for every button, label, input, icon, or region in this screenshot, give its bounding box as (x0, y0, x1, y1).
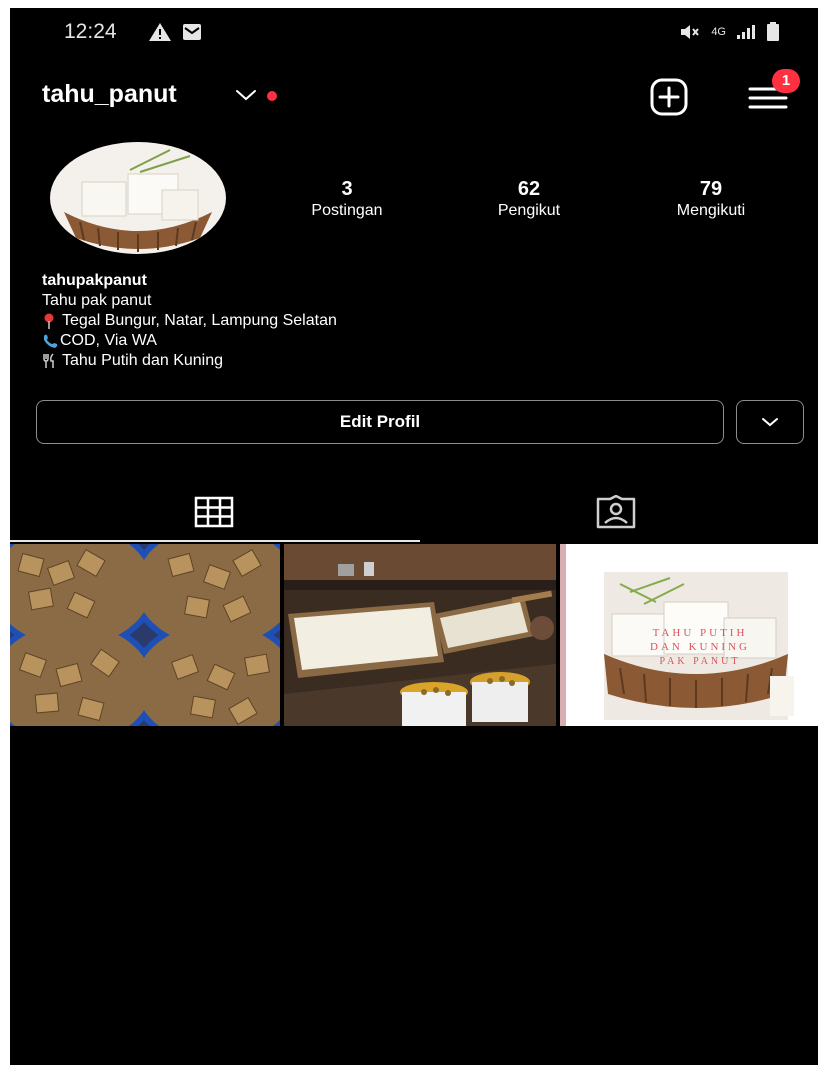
post-overlay-line-1: TAHU PUTIH (653, 627, 748, 639)
avatar-image (50, 142, 226, 254)
bio-contact-line: COD, Via WA (42, 331, 742, 351)
post-image-tofu-bowl: TAHU PUTIH DAN KUNING PAK PANUT (560, 544, 818, 726)
profile-bio: tahupakpanut Tahu pak panut Tegal Bungur… (42, 271, 742, 371)
bio-location-line: Tegal Bungur, Natar, Lampung Selatan (42, 311, 742, 331)
profile-avatar[interactable] (50, 142, 226, 254)
add-post-icon[interactable] (649, 77, 689, 117)
fork-knife-icon (43, 353, 54, 368)
profile-header: tahu_panut 1 (10, 64, 818, 124)
post-overlay-line-3: PAK PANUT (659, 656, 740, 667)
network-4g-icon: 4G (711, 26, 726, 38)
location-pin-icon (44, 313, 54, 329)
post-image-tofu-production (284, 544, 556, 726)
stat-followers-value: 62 (517, 178, 541, 200)
bio-product: Tahu Putih dan Kuning (62, 352, 224, 369)
status-left-icons (148, 22, 202, 42)
battery-icon (767, 22, 779, 41)
expand-suggestions-button[interactable] (736, 400, 804, 444)
stat-posts-value: 3 (341, 178, 353, 200)
username[interactable]: tahu_panut (42, 80, 177, 109)
tab-posts-grid[interactable] (12, 482, 416, 542)
stat-following[interactable]: 79 Mengikuti (626, 178, 796, 220)
post-thumbnail-1[interactable] (10, 544, 280, 726)
stat-followers[interactable]: 62 Pengikut (444, 178, 614, 220)
bio-location: Tegal Bungur, Natar, Lampung Selatan (62, 312, 337, 329)
phone-icon (44, 334, 58, 348)
signal-icon (737, 25, 755, 39)
notification-badge: 1 (772, 69, 800, 93)
tagged-person-icon (596, 495, 636, 529)
status-time: 12:24 (64, 20, 117, 43)
warning-icon (149, 23, 171, 41)
stat-posts[interactable]: 3 Postingan (262, 178, 432, 220)
bio-tagline: Tahu pak panut (42, 292, 152, 309)
tab-tagged[interactable] (414, 482, 818, 542)
selected-tab-indicator (10, 540, 420, 542)
stat-following-value: 79 (699, 178, 723, 200)
stat-followers-label: Pengikut (497, 202, 561, 219)
chevron-down-icon[interactable] (234, 88, 258, 102)
mute-icon (681, 25, 700, 39)
post-thumbnail-2[interactable] (284, 544, 556, 726)
status-bar: 12:24 4G (10, 8, 818, 54)
bio-display-name: tahupakpanut (42, 272, 147, 289)
status-right-icons: 4G (679, 22, 780, 42)
post-image-fried-tofu-tubs (10, 544, 280, 726)
stat-posts-label: Postingan (311, 202, 383, 219)
grid-icon (194, 496, 234, 528)
chevron-down-icon (762, 418, 778, 427)
stat-following-label: Mengikuti (676, 202, 746, 219)
mail-icon (183, 24, 201, 40)
post-thumbnail-3[interactable]: TAHU PUTIH DAN KUNING PAK PANUT (560, 544, 818, 726)
edit-profile-button[interactable]: Edit Profil (36, 400, 724, 444)
live-status-dot (267, 91, 277, 101)
instagram-profile-screen: 12:24 4G tahu_panut 1 3 Postingan 62 Pen… (10, 8, 818, 1065)
bio-product-line: Tahu Putih dan Kuning (42, 351, 742, 371)
post-overlay-line-2: DAN KUNING (650, 641, 750, 653)
bio-contact: COD, Via WA (60, 332, 157, 349)
